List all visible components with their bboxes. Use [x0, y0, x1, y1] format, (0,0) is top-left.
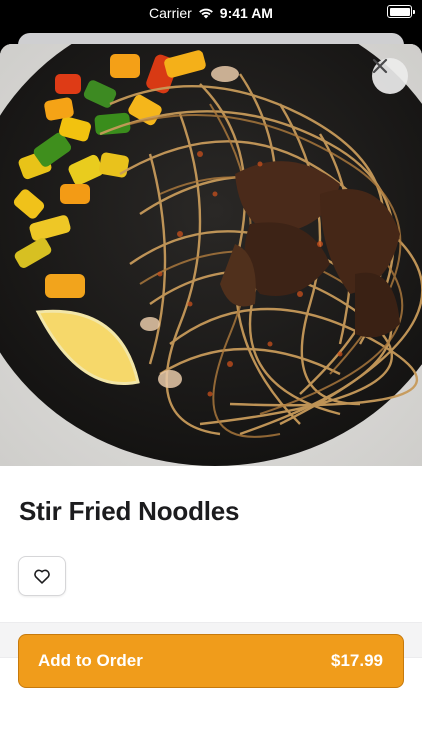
order-price: $17.99 — [331, 651, 383, 670]
food-image — [0, 44, 422, 466]
status-time: 9:41 AM — [219, 5, 273, 21]
item-title: Stir Fried Noodles — [19, 496, 240, 526]
status-bar: Carrier 9:41 AM — [0, 0, 422, 26]
battery-fill — [389, 7, 410, 16]
add-to-order-button[interactable]: Add to Order $17.99 — [18, 634, 404, 688]
food-photo-icon — [0, 44, 422, 466]
battery-icon — [387, 5, 415, 18]
heart-icon — [34, 569, 50, 584]
add-to-order-label: Add to Order — [38, 651, 143, 670]
carrier-label: Carrier — [149, 5, 192, 21]
wifi-icon — [198, 8, 213, 19]
favorite-button[interactable] — [18, 556, 66, 596]
close-button[interactable] — [372, 58, 408, 94]
close-icon — [372, 58, 388, 74]
status-left: Carrier 9:41 AM — [149, 5, 273, 21]
